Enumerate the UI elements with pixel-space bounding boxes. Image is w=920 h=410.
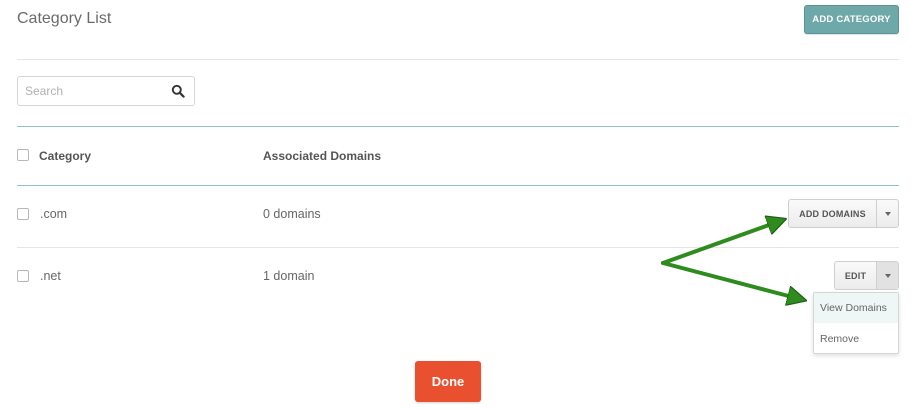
search-input[interactable] [18,77,158,105]
category-name: .com [40,207,68,221]
add-domains-dropdown-toggle[interactable] [876,200,898,227]
domain-count: 1 domain [263,269,315,283]
row-actions-dropdown: View Domains Remove [813,292,899,354]
menu-item-remove[interactable]: Remove [814,324,898,354]
row-checkbox-net[interactable] [17,270,29,282]
caret-down-icon [884,273,891,278]
edit-button-group: EDIT [834,261,899,290]
category-name: .net [40,269,61,283]
annotation-arrows [661,0,920,410]
table-top-border [17,126,899,127]
page-title: Category List [17,10,112,27]
column-header-associated-domains: Associated Domains [263,149,382,163]
column-header-category[interactable]: Category [39,149,91,163]
search-box[interactable] [17,76,195,106]
select-all-checkbox[interactable] [17,149,29,161]
row-checkbox-com[interactable] [17,208,29,220]
done-button[interactable]: Done [415,361,481,402]
table-header-border [17,185,899,186]
arrow-to-add-domains [661,221,780,265]
search-icon[interactable] [171,84,185,98]
caret-down-icon [884,211,891,216]
add-domains-button[interactable]: ADD DOMAINS [789,200,876,227]
add-domains-button-group: ADD DOMAINS [788,199,899,228]
edit-button[interactable]: EDIT [835,262,876,289]
arrow-to-view-domains [661,261,800,299]
header-divider [17,59,899,60]
edit-dropdown-toggle[interactable] [876,262,898,289]
row-divider [17,247,899,248]
add-category-button[interactable]: ADD CATEGORY [804,5,899,34]
domain-count: 0 domains [263,207,321,221]
menu-item-view-domains[interactable]: View Domains [814,293,898,323]
